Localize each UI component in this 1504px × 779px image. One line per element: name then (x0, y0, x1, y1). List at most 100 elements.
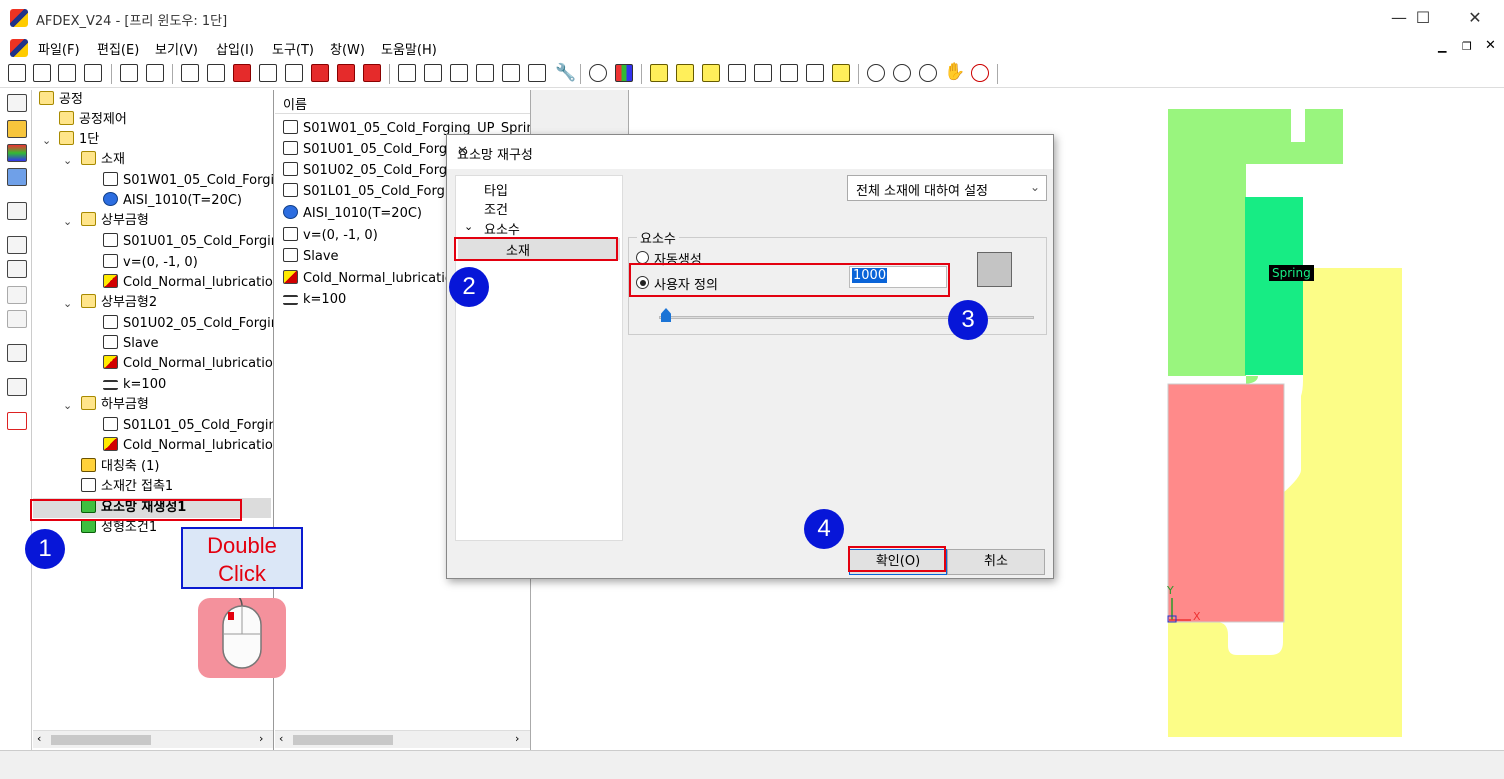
view-cube-7-icon[interactable] (337, 64, 355, 82)
menu-window[interactable]: 창(W) (330, 39, 365, 58)
view-cube-5-icon[interactable] (285, 64, 303, 82)
tree-node-upper-die2-lubrication[interactable]: Cold_Normal_lubricatior (103, 354, 273, 374)
wire-5-icon[interactable] (832, 64, 850, 82)
chevron-down-icon[interactable]: ⌄ (42, 134, 51, 147)
nav-condition[interactable]: 조건 (484, 199, 508, 218)
rotate-2-icon[interactable] (424, 64, 442, 82)
list-scrollbar[interactable]: ‹ › (275, 730, 530, 748)
zoom-out-icon[interactable] (867, 64, 885, 82)
tree-node-symmetry[interactable]: 대칭축 (1) (81, 457, 159, 477)
list-item[interactable]: S01L01_05_Cold_Forgin (283, 182, 457, 202)
tree-node-material-mesh[interactable]: S01W01_05_Cold_Forgi (103, 171, 273, 191)
scroll-right-icon[interactable]: › (515, 732, 519, 745)
doc-minimize-icon[interactable]: ▁ (1438, 40, 1446, 53)
menu-view[interactable]: 보기(V) (155, 39, 198, 58)
chevron-down-icon[interactable]: ⌄ (63, 154, 72, 167)
zoom-reset-icon[interactable] (971, 64, 989, 82)
menu-tools[interactable]: 도구(T) (272, 39, 314, 58)
shade-2-icon[interactable] (676, 64, 694, 82)
new-file-icon[interactable] (8, 64, 26, 82)
screen-icon[interactable] (7, 168, 27, 186)
wire-2-icon[interactable] (754, 64, 772, 82)
doc-close-icon[interactable]: ✕ (1485, 38, 1496, 53)
tree-node-upper-die2-slave[interactable]: Slave (103, 334, 159, 354)
view-cube-4-icon[interactable] (259, 64, 277, 82)
wrench-icon[interactable]: 🔧 (555, 63, 576, 83)
tree-node-process[interactable]: 공정 (39, 90, 83, 110)
display-settings-icon[interactable] (7, 202, 27, 220)
tree-node-upper-die-mesh[interactable]: S01U01_05_Cold_Forgir (103, 232, 273, 252)
scrollbar-thumb[interactable] (293, 735, 393, 745)
wire-4-icon[interactable] (806, 64, 824, 82)
menu-file[interactable]: 파일(F) (38, 39, 80, 58)
view-cube-2-icon[interactable] (207, 64, 225, 82)
wire-3-icon[interactable] (780, 64, 798, 82)
tree-node-forming-condition[interactable]: 성형조건1 (81, 518, 157, 538)
list-item[interactable]: AISI_1010(T=20C) (283, 204, 422, 224)
checklist-icon[interactable] (7, 412, 27, 430)
tree-node-upper-die2[interactable]: 상부금형2 (81, 293, 157, 313)
tree-node-stage[interactable]: 1단 (59, 130, 99, 150)
probe-icon[interactable] (7, 378, 27, 396)
close-icon[interactable]: ✕ (457, 144, 1043, 159)
scope-select[interactable]: 전체 소재에 대하여 설정 ⌄ (847, 175, 1047, 201)
tree-node-lower-die[interactable]: 하부금형 (81, 395, 149, 415)
tree-view-icon[interactable] (7, 94, 27, 112)
menu-edit[interactable]: 편집(E) (97, 39, 139, 58)
tree-node-upper-die-velocity[interactable]: v=(0, -1, 0) (103, 253, 198, 273)
view-cube-1-icon[interactable] (181, 64, 199, 82)
properties-icon[interactable] (7, 344, 27, 362)
tree-node-material-property[interactable]: AISI_1010(T=20C) (103, 191, 242, 211)
view-cube-3-icon[interactable] (233, 64, 251, 82)
color-swatch[interactable] (977, 252, 1012, 287)
doc-restore-icon[interactable]: ❐ (1462, 40, 1472, 53)
open-folder-icon[interactable] (58, 64, 76, 82)
tree-node-contact[interactable]: 소재간 접촉1 (81, 477, 173, 497)
zoom-fit-icon[interactable] (919, 64, 937, 82)
tree-node-process-control[interactable]: 공정제어 (59, 110, 127, 130)
rotate-5-icon[interactable] (502, 64, 520, 82)
tree-node-lower-die-mesh[interactable]: S01L01_05_Cold_Forgin (103, 416, 273, 436)
zoom-in-icon[interactable] (893, 64, 911, 82)
close-window-button[interactable]: ✕ (1452, 6, 1498, 30)
view-cube-6-icon[interactable] (311, 64, 329, 82)
rotate-1-icon[interactable] (398, 64, 416, 82)
list-item[interactable]: S01U02_05_Cold_Forgin (283, 161, 459, 181)
list-item[interactable]: S01U01_05_Cold_Forgin (283, 140, 459, 160)
display-icon[interactable] (615, 64, 633, 82)
wire-1-icon[interactable] (728, 64, 746, 82)
rotate-6-icon[interactable] (528, 64, 546, 82)
open-file-icon[interactable] (33, 64, 51, 82)
layout-2-icon[interactable] (7, 260, 27, 278)
list-item[interactable]: v=(0, -1, 0) (283, 226, 378, 246)
scrollbar-thumb[interactable] (51, 735, 151, 745)
monitor-icon[interactable] (7, 144, 27, 162)
rotate-4-icon[interactable] (476, 64, 494, 82)
hand-tool-icon[interactable] (7, 120, 27, 138)
box-icon[interactable] (7, 286, 27, 304)
pan-hand-icon[interactable]: ✋ (944, 62, 965, 82)
chevron-down-icon[interactable]: ⌄ (63, 399, 72, 412)
tree-scrollbar[interactable]: ‹ › (33, 730, 273, 748)
list-header[interactable]: 이름 (275, 90, 530, 114)
cancel-button[interactable]: 취소 (947, 549, 1045, 575)
scroll-left-icon[interactable]: ‹ (37, 732, 41, 745)
import-icon[interactable] (120, 64, 138, 82)
list-item[interactable]: Cold_Normal_lubricatio (283, 269, 453, 289)
camera-icon[interactable] (589, 64, 607, 82)
shade-3-icon[interactable] (702, 64, 720, 82)
tree-node-upper-die[interactable]: 상부금형 (81, 211, 149, 231)
measure-icon[interactable] (7, 310, 27, 328)
layout-1-icon[interactable] (7, 236, 27, 254)
tree-node-upper-die-lubrication[interactable]: Cold_Normal_lubricatior (103, 273, 273, 293)
rotate-3-icon[interactable] (450, 64, 468, 82)
chevron-down-icon[interactable]: ⌄ (464, 220, 473, 233)
view-cube-8-icon[interactable] (363, 64, 381, 82)
export-icon[interactable] (146, 64, 164, 82)
nav-type[interactable]: 타입 (484, 180, 508, 199)
scroll-left-icon[interactable]: ‹ (279, 732, 283, 745)
scroll-right-icon[interactable]: › (259, 732, 263, 745)
tree-node-lower-die-lubrication[interactable]: Cold_Normal_lubricatior (103, 436, 273, 456)
chevron-down-icon[interactable]: ⌄ (63, 215, 72, 228)
tree-node-material[interactable]: 소재 (81, 150, 125, 170)
